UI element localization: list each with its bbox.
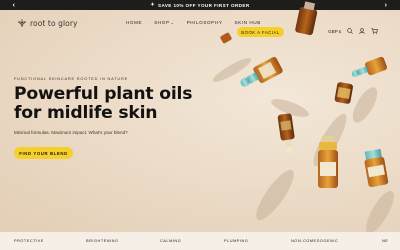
brand-logo-icon bbox=[17, 19, 27, 28]
benefit-item: BRIGHTENING bbox=[86, 238, 119, 243]
benefit-item: PROTECTIVE bbox=[14, 238, 44, 243]
brand-name: root to glory bbox=[30, 18, 78, 28]
currency-selector[interactable]: GBP £ bbox=[328, 29, 341, 34]
nav-philosophy-label: PHILOSOPHY bbox=[186, 20, 223, 25]
nav-home-label: HOME bbox=[126, 20, 143, 25]
benefit-item: NON-COMEDOGENIC bbox=[291, 238, 339, 243]
find-your-blend-button[interactable]: FIND YOUR BLEND bbox=[14, 147, 73, 159]
benefit-item: CALMING bbox=[160, 238, 182, 243]
currency-label: GBP £ bbox=[328, 28, 342, 34]
hero-headline: Powerful plant oils for midlife skin bbox=[14, 85, 214, 123]
search-icon[interactable] bbox=[347, 28, 354, 34]
nav-shop-label: SHOP bbox=[154, 20, 170, 25]
nav-skin-hub-label: SKIN HUB bbox=[234, 20, 261, 25]
book-facial-button[interactable]: BOOK A FACIAL bbox=[237, 27, 284, 37]
cart-icon[interactable] bbox=[371, 28, 379, 34]
main-nav: HOME SHOP ⌄ PHILOSOPHY SKIN HUB bbox=[120, 20, 267, 25]
benefit-item: PLUMPING bbox=[224, 238, 249, 243]
benefits-strip: PROTECTIVE BRIGHTENING CALMING PLUMPING … bbox=[0, 232, 400, 250]
nav-philosophy[interactable]: PHILOSOPHY bbox=[181, 20, 229, 25]
site-header: root to glory HOME SHOP ⌄ PHILOSOPHY SKIN… bbox=[0, 10, 400, 37]
account-icon[interactable] bbox=[359, 28, 366, 34]
nav-skin-hub[interactable]: SKIN HUB bbox=[228, 20, 267, 25]
chevron-down-icon: ⌄ bbox=[170, 20, 175, 25]
hero-eyebrow: FUNCTIONAL SKINCARE ROOTED IN NATURE bbox=[14, 76, 128, 81]
header-utilities: GBP £ bbox=[328, 28, 379, 34]
hero-subcopy: Minimal formulas. Maximum impact. What's… bbox=[14, 130, 128, 135]
nav-home[interactable]: HOME bbox=[120, 20, 148, 25]
benefit-item: NE bbox=[382, 238, 389, 243]
hero-headline-line-1: Powerful plant oils bbox=[14, 84, 193, 104]
hero-headline-line-2: for midlife skin bbox=[14, 103, 158, 123]
brand-logo[interactable]: root to glory bbox=[17, 18, 78, 28]
nav-shop[interactable]: SHOP ⌄ bbox=[148, 20, 180, 25]
